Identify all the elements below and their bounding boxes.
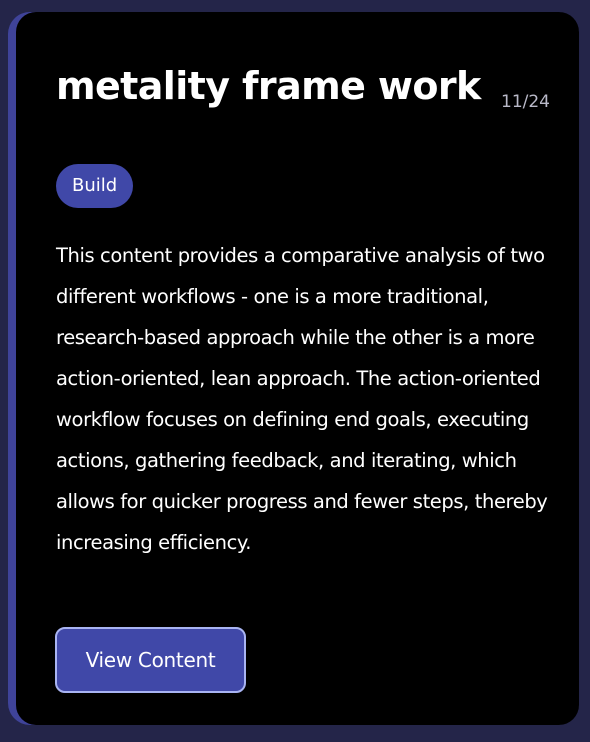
- card-title: metality frame work: [56, 64, 481, 108]
- category-badge: Build: [56, 164, 134, 208]
- content-card: metality frame work 11/24 Build This con…: [16, 12, 579, 725]
- content-card-frame: metality frame work 11/24 Build This con…: [8, 12, 579, 725]
- card-description: This content provides a comparative anal…: [56, 244, 548, 554]
- view-content-button[interactable]: View Content: [55, 627, 246, 693]
- card-date: 11/24: [501, 92, 550, 112]
